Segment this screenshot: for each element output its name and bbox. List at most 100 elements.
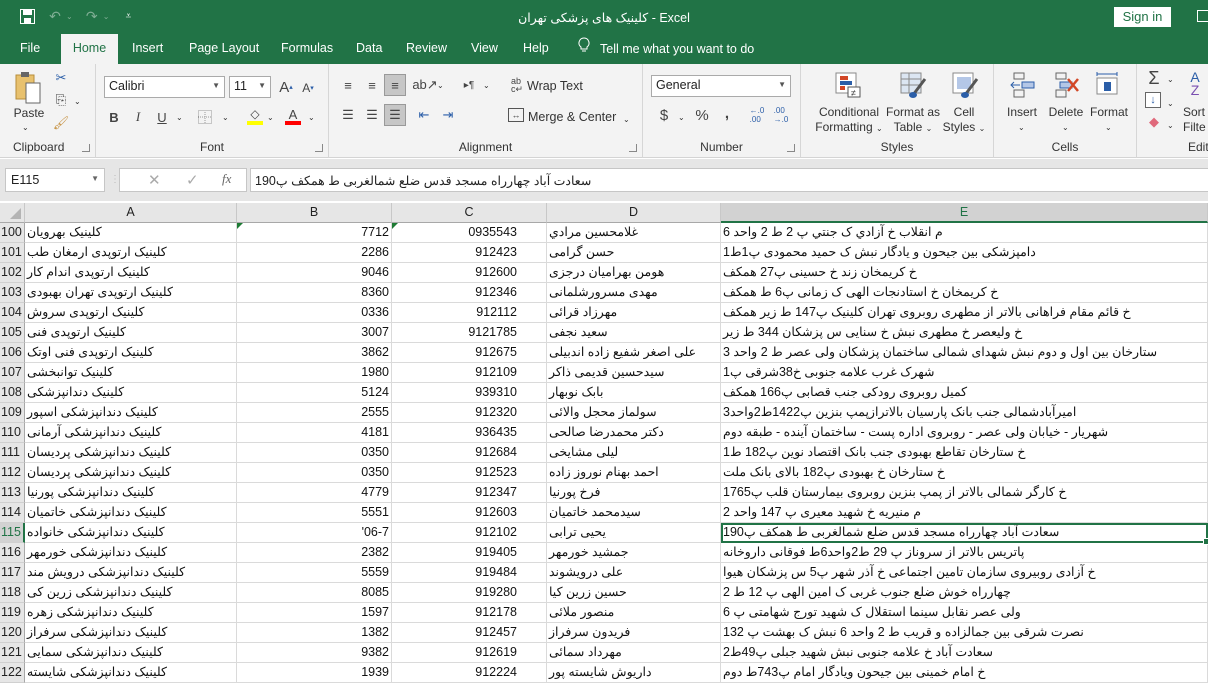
- conditional-formatting-button[interactable]: Conditional Formatting ⌄: [811, 105, 887, 136]
- cell-c-phone[interactable]: 912109: [392, 363, 519, 383]
- wrap-text-icon[interactable]: ab c↵: [509, 77, 525, 94]
- decrease-indent-icon[interactable]: ⇤: [415, 106, 433, 124]
- cell-c-phone[interactable]: 912619: [392, 643, 519, 663]
- cell-d-doctor-name[interactable]: دکتر محمدرضا صالحی: [547, 423, 721, 443]
- cell-c-phone[interactable]: 939310: [392, 383, 519, 403]
- format-as-table-button[interactable]: Format as Table ⌄: [885, 105, 941, 136]
- cell-d-doctor-name[interactable]: احمد بهنام نوروز زاده: [547, 463, 721, 483]
- cell-b-phone-suffix[interactable]: 1980: [237, 363, 392, 383]
- cell-c-phone[interactable]: 912346: [392, 283, 519, 303]
- format-dropdown-icon[interactable]: ⌄: [1105, 120, 1112, 135]
- delete-dropdown-icon[interactable]: ⌄: [1062, 120, 1069, 135]
- cell-b-phone-suffix[interactable]: 8085: [237, 583, 392, 603]
- formula-input[interactable]: سعادت آباد چهارراه مسجد قدس ضلع شمالغربی…: [250, 168, 1208, 192]
- align-left-icon[interactable]: ☰: [339, 106, 357, 124]
- cell-a-clinic-name[interactable]: کلینیک دندانپزشکی درویش مند: [25, 563, 237, 583]
- clear-icon[interactable]: ◆: [1145, 114, 1163, 130]
- cell-c-phone[interactable]: 919280: [392, 583, 519, 603]
- sign-in-button[interactable]: Sign in: [1114, 7, 1171, 27]
- cell-d-doctor-name[interactable]: منصور ملائی: [547, 603, 721, 623]
- cell-d-doctor-name[interactable]: حسین زرین کیا: [547, 583, 721, 603]
- cell-a-clinic-name[interactable]: کلینیک دندانپزشکی سرفراز: [25, 623, 237, 643]
- autosum-icon[interactable]: Σ: [1145, 68, 1163, 88]
- row-header[interactable]: 121: [0, 643, 25, 663]
- column-header-c[interactable]: C: [392, 203, 547, 223]
- cell-a-clinic-name[interactable]: کلینیک دندانپزشکی آرمانی: [25, 423, 237, 443]
- orientation-icon[interactable]: ab↗: [412, 76, 437, 94]
- italic-button[interactable]: I: [130, 108, 146, 126]
- format-cells-button[interactable]: Format: [1087, 105, 1131, 120]
- borders-dropdown-icon[interactable]: ⌄: [222, 110, 229, 125]
- cell-a-clinic-name[interactable]: کلینیک ارتوپدی فنی: [25, 323, 237, 343]
- row-header[interactable]: 111: [0, 443, 25, 463]
- font-name-combo[interactable]: Calibri ▼: [104, 76, 225, 98]
- insert-dropdown-icon[interactable]: ⌄: [1018, 120, 1025, 135]
- fill-color-dropdown-icon[interactable]: ⌄: [267, 110, 274, 125]
- cell-e-address[interactable]: کمیل روبروی رودکی جنب قصابی پ166 همکف: [721, 383, 1208, 403]
- borders-icon[interactable]: [196, 108, 214, 126]
- wrap-text-button[interactable]: Wrap Text: [527, 79, 583, 94]
- row-header[interactable]: 115: [0, 523, 25, 543]
- cell-b-phone-suffix[interactable]: 0336: [237, 303, 392, 323]
- sort-filter-button[interactable]: Sort Filte: [1183, 105, 1206, 135]
- cell-a-clinic-name[interactable]: کلینیک دندانپزشکی سمایی: [25, 643, 237, 663]
- cell-a-clinic-name[interactable]: کلینیک دندانپزشکی خورمهر: [25, 543, 237, 563]
- cell-a-clinic-name[interactable]: کلینیک ارتوپدی ارمغان طب: [25, 243, 237, 263]
- cancel-icon[interactable]: ✕: [148, 171, 161, 189]
- cell-a-clinic-name[interactable]: کلینیک دندانپزشکی زهره: [25, 603, 237, 623]
- cell-c-phone[interactable]: 919484: [392, 563, 519, 583]
- cell-a-clinic-name[interactable]: کلینیک ارتوپدی اندام کار: [25, 263, 237, 283]
- decrease-decimal-icon[interactable]: .00 →.0: [771, 106, 791, 124]
- cell-d-doctor-name[interactable]: حسن گرامی: [547, 243, 721, 263]
- row-header[interactable]: 116: [0, 543, 25, 563]
- cell-c-phone[interactable]: 912423: [392, 243, 519, 263]
- align-right-icon[interactable]: ☰: [384, 104, 406, 126]
- cell-d-doctor-name[interactable]: غلامحسين مرادي: [547, 223, 721, 243]
- cell-b-phone-suffix[interactable]: 8360: [237, 283, 392, 303]
- alignment-launcher-icon[interactable]: [629, 144, 637, 152]
- cell-d-doctor-name[interactable]: سیدحسین قدیمی ذاکر: [547, 363, 721, 383]
- cell-a-clinic-name[interactable]: کلینیک بهرویان: [25, 223, 237, 243]
- insert-function-icon[interactable]: fx: [222, 171, 231, 187]
- cell-d-doctor-name[interactable]: جمشید خورمهر: [547, 543, 721, 563]
- name-box[interactable]: E115 ▼: [5, 168, 105, 192]
- cell-c-phone[interactable]: 912224: [392, 663, 519, 683]
- cell-c-phone[interactable]: 912600: [392, 263, 519, 283]
- format-painter-icon[interactable]: 🖌: [52, 114, 70, 132]
- cell-c-phone[interactable]: 919405: [392, 543, 519, 563]
- cell-c-phone[interactable]: 912112: [392, 303, 519, 323]
- column-header-b[interactable]: B: [237, 203, 392, 223]
- tab-data[interactable]: Data: [348, 34, 390, 64]
- bottom-align-icon[interactable]: ≡: [384, 74, 406, 96]
- font-color-icon[interactable]: A: [284, 106, 302, 126]
- cell-c-phone[interactable]: 912102: [392, 523, 519, 543]
- error-indicator-icon[interactable]: [237, 223, 243, 229]
- cell-c-phone[interactable]: 912684: [392, 443, 519, 463]
- row-header[interactable]: 118: [0, 583, 25, 603]
- cell-e-address[interactable]: خ کارگر شمالی بالاتر از پمپ بنزین روبروی…: [721, 483, 1208, 503]
- font-color-dropdown-icon[interactable]: ⌄: [308, 110, 315, 125]
- row-header[interactable]: 120: [0, 623, 25, 643]
- cell-d-doctor-name[interactable]: لیلی مشایخی: [547, 443, 721, 463]
- increase-decimal-icon[interactable]: ←.0.00: [747, 106, 767, 124]
- tab-insert[interactable]: Insert: [124, 34, 171, 64]
- cut-icon[interactable]: ✂: [52, 69, 70, 87]
- cell-e-address[interactable]: دامپزشکی بین جیحون و یادگار نبش ک حمید م…: [721, 243, 1208, 263]
- cell-e-address[interactable]: شهریار - خیابان ولی عصر - روبروی اداره پ…: [721, 423, 1208, 443]
- column-header-a[interactable]: A: [25, 203, 237, 223]
- cell-a-clinic-name[interactable]: کلینیک دندانپزشکی اسپور: [25, 403, 237, 423]
- cell-e-address[interactable]: ستارخان بین اول و دوم نبش شهدای شمالی سا…: [721, 343, 1208, 363]
- cell-b-phone-suffix[interactable]: 2382: [237, 543, 392, 563]
- cell-e-address[interactable]: خ کریمخان خ استادنجات الهی ک زمانی پ6 ط …: [721, 283, 1208, 303]
- cell-a-clinic-name[interactable]: کلینیک ارتوپدی فنی اوتک: [25, 343, 237, 363]
- clear-dropdown-icon[interactable]: ⌄: [1167, 118, 1174, 133]
- paste-dropdown-icon[interactable]: ⌄: [22, 120, 29, 135]
- cell-a-clinic-name[interactable]: کلینیک دندانپزشکی: [25, 383, 237, 403]
- tab-review[interactable]: Review: [398, 34, 455, 64]
- cell-b-phone-suffix[interactable]: 4181: [237, 423, 392, 443]
- cell-d-doctor-name[interactable]: مهرزاد قرائی: [547, 303, 721, 323]
- accounting-format-button[interactable]: $: [657, 106, 671, 124]
- text-direction-dropdown-icon[interactable]: ⌄: [483, 78, 490, 93]
- cell-a-clinic-name[interactable]: کلینیک دندانپزشکی خانواده: [25, 523, 237, 543]
- row-header[interactable]: 105: [0, 323, 25, 343]
